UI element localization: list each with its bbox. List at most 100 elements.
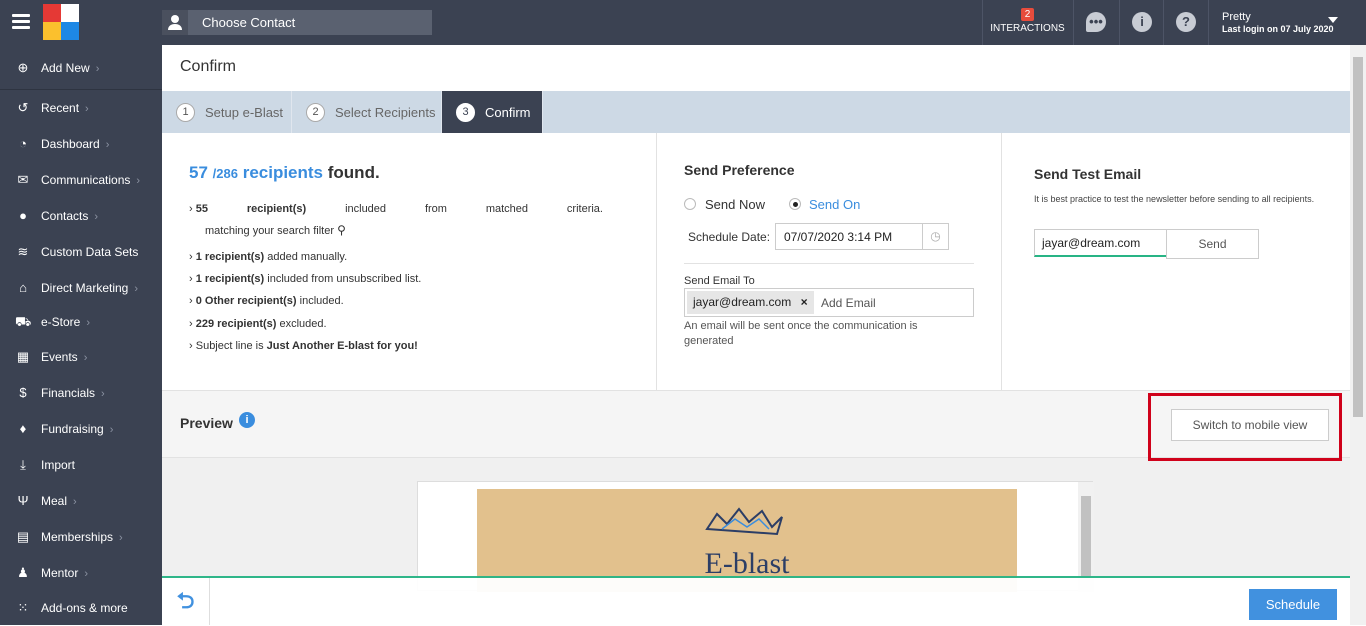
hamburger-menu-icon[interactable] [12,14,30,30]
preview-title: Preview [180,415,233,431]
send-now-label[interactable]: Send Now [705,197,765,212]
sidebar-item-label: Dashboard [41,137,100,151]
interactions-button[interactable]: 2 INTERACTIONS [982,0,1072,45]
sidebar-item-label: e-Store [41,315,81,329]
sidebar-item-label: Fundraising [41,422,104,436]
send-note: An email will be sent once the communica… [684,320,918,347]
schedule-date-label: Schedule Date: [688,230,771,244]
footer-bar: ⮌ Schedule [162,576,1350,625]
user-name: Pretty [1222,11,1251,23]
choose-contact-field[interactable]: Choose Contact [162,10,432,35]
sidebar: ⊕ Add New › ↺ Recent › ◔ Dashboard › ✉ Comm… [0,45,162,625]
sidebar-item-label: Events [41,350,78,364]
step-setup[interactable]: 1 Setup e-Blast [162,91,292,133]
sidebar-item-memberships[interactable]: ▤ Memberships › [0,519,162,555]
summary-line-other: › 0 Other recipient(s) included. [189,295,344,307]
search-icon[interactable]: ⚲ [337,223,346,237]
moneybag-icon: ♦ [19,421,27,436]
send-now-radio[interactable] [684,198,696,210]
sidebar-item-label: Memberships [41,530,114,544]
step-number: 2 [306,103,325,122]
interactions-count-badge: 2 [1020,8,1035,21]
test-email-hint: It is best practice to test the newslett… [1034,194,1315,204]
schedule-date-input[interactable]: 07/07/2020 3:14 PM ◷ [775,223,949,250]
sidebar-item-label: Mentor [41,566,79,580]
sidebar-item-label: Communications [41,173,131,187]
app-logo[interactable] [43,4,79,40]
send-preference-title: Send Preference [684,162,795,178]
add-email-placeholder[interactable]: Add Email [821,296,876,310]
id-card-icon: ▤ [16,529,30,544]
top-bar: Choose Contact 2 INTERACTIONS ••• i ? Pr… [0,0,1366,45]
sidebar-item-add-new[interactable]: ⊕ Add New › [0,50,162,86]
page-scrollbar[interactable] [1350,45,1366,625]
send-on-radio[interactable] [789,198,801,210]
main-content: Confirm 1 Setup e-Blast 2 Select Recipie… [162,45,1350,625]
step-label: Confirm [485,105,531,120]
utensils-icon: Ψ [17,493,29,508]
sidebar-item-label: Contacts [41,209,89,223]
send-test-button[interactable]: Send [1166,229,1259,259]
sidebar-item-import[interactable]: ⤓ Import [0,447,162,483]
sidebar-item-e-store[interactable]: ⛟ e-Store › [0,304,162,340]
chat-icon: ••• [1086,12,1106,32]
sidebar-item-add-ons[interactable]: ⁙ Add-ons & more [0,590,162,626]
sidebar-item-label: Add-ons & more [41,601,128,615]
send-email-to-input[interactable]: jayar@dream.com × Add Email [684,288,974,317]
user-icon: ● [19,208,27,223]
grid-icon: ⁙ [17,600,29,615]
mentor-icon: ♟ [17,565,29,580]
chat-button[interactable]: ••• [1073,0,1117,45]
schedule-button[interactable]: Schedule [1249,589,1337,620]
email-preview-frame[interactable]: E-blast [417,481,1094,592]
help-button[interactable]: ? [1163,0,1207,45]
choose-contact-label: Choose Contact [202,15,296,30]
user-menu[interactable]: Pretty Last login on 07 July 2020 [1208,0,1366,45]
wizard-steps: 1 Setup e-Blast 2 Select Recipients 3 Co… [162,91,1350,133]
step-number: 3 [456,103,475,122]
preview-area: E-blast [162,458,1350,592]
sidebar-item-mentor[interactable]: ♟ Mentor › [0,555,162,591]
download-icon: ⤓ [20,457,26,472]
sidebar-item-events[interactable]: ▦ Events › [0,339,162,375]
info-icon[interactable]: i [239,412,255,428]
money-icon: $ [19,385,27,400]
page-title: Confirm [180,58,237,75]
sidebar-item-financials[interactable]: $ Financials › [0,375,162,411]
info-icon: i [1132,12,1152,32]
user-icon [162,10,188,35]
sidebar-item-label: Meal [41,494,68,508]
sidebar-item-custom-data-sets[interactable]: ≋ Custom Data Sets [0,234,162,270]
sidebar-item-dashboard[interactable]: ◔ Dashboard › [0,126,162,162]
envelope-icon: ✉ [17,172,29,187]
sidebar-item-label: Direct Marketing [41,281,129,295]
email-tag: jayar@dream.com × [687,291,814,314]
gauge-icon: ◔ [19,136,27,151]
step-select-recipients[interactable]: 2 Select Recipients [292,91,442,133]
column-divider [656,133,657,390]
step-confirm[interactable]: 3 Confirm [442,91,543,133]
recipients-found-heading: 57 /286 recipients found. [189,163,380,182]
highlight-box [1148,393,1342,461]
send-test-email-title: Send Test Email [1034,166,1142,182]
help-icon: ? [1176,12,1196,32]
sidebar-item-recent[interactable]: ↺ Recent › [0,90,162,126]
clock-icon[interactable]: ◷ [922,224,948,249]
sidebar-item-direct-marketing[interactable]: ⌂ Direct Marketing › [0,270,162,306]
remove-tag-icon[interactable]: × [801,295,808,309]
history-icon: ↺ [17,100,29,115]
sidebar-item-label: Financials [41,386,96,400]
step-label: Select Recipients [335,105,436,120]
test-email-input[interactable]: jayar@dream.com [1034,229,1185,257]
sidebar-item-fundraising[interactable]: ♦ Fundraising › [0,411,162,447]
divider [684,263,974,264]
sidebar-item-label: Recent [41,101,80,115]
info-button[interactable]: i [1119,0,1163,45]
summary-line-excluded: › 229 recipient(s) excluded. [189,318,327,330]
step-number: 1 [176,103,195,122]
sidebar-item-meal[interactable]: Ψ Meal › [0,483,162,519]
sidebar-item-contacts[interactable]: ● Contacts › [0,198,162,234]
send-on-label[interactable]: Send On [809,197,860,212]
sidebar-item-communications[interactable]: ✉ Communications › [0,162,162,198]
back-arrow-icon[interactable]: ⮌ [162,578,210,625]
